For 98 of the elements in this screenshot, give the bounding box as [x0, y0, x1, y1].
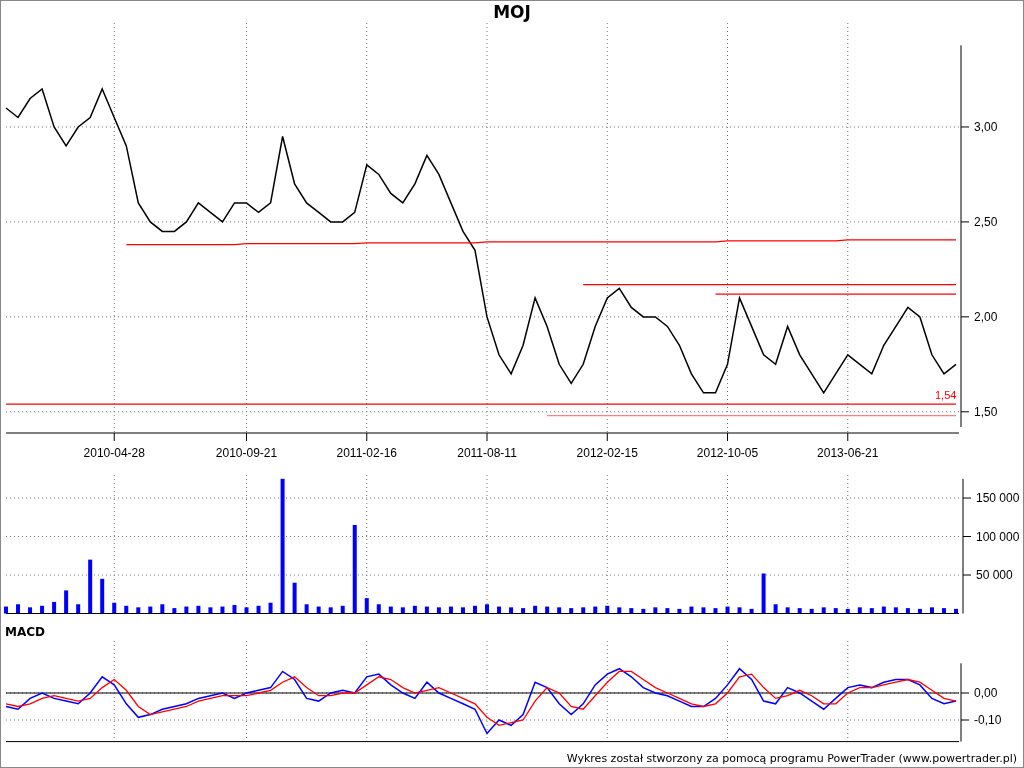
- volume-bar: [388, 606, 393, 614]
- date-label: 2011-08-11: [457, 446, 517, 460]
- volume-axis-label: 100 000: [976, 529, 1020, 544]
- volume-bar: [593, 606, 598, 614]
- volume-bar: [160, 604, 165, 614]
- volume-bar: [400, 607, 405, 614]
- volume-axis-label: 150 000: [976, 491, 1020, 506]
- volume-bar: [845, 608, 850, 614]
- volume-bar: [761, 573, 766, 614]
- date-label: 2010-04-28: [83, 446, 145, 460]
- volume-bar: [954, 608, 958, 614]
- price-axis-label: 3,00: [974, 119, 998, 134]
- volume-bar: [52, 601, 57, 614]
- volume-bar: [76, 604, 81, 614]
- volume-bar: [220, 606, 225, 614]
- volume-bar: [316, 606, 321, 614]
- volume-bar: [905, 608, 910, 614]
- volume-bar: [148, 606, 153, 614]
- volume-bar: [136, 607, 141, 614]
- volume-bar: [737, 607, 742, 614]
- volume-bar: [4, 606, 8, 614]
- volume-bar: [929, 607, 934, 614]
- price-axis-label: 1,50: [974, 404, 998, 419]
- panel-title: MACD: [5, 626, 45, 638]
- volume-bar: [448, 606, 453, 614]
- volume-bar: [629, 608, 634, 614]
- volume-bar: [124, 605, 129, 614]
- volume-bar: [665, 608, 670, 614]
- date-label: 2011-02-16: [336, 446, 397, 460]
- volume-bar: [725, 606, 730, 614]
- volume-bar: [268, 602, 273, 614]
- volume-bar: [436, 607, 441, 614]
- date-label: 2010-09-21: [215, 446, 278, 460]
- volume-bar: [16, 604, 21, 614]
- volume-bar: [917, 608, 922, 614]
- chart-title: MOJ: [493, 3, 531, 21]
- date-label: 2013-06-21: [817, 446, 879, 460]
- volume-bar: [749, 608, 754, 614]
- volume-bar: [485, 604, 489, 614]
- footer-credit: Wykres został stworzony za pomocą programu PowerTrader (www.powertrader.pl): [566, 752, 1017, 764]
- volume-bar: [64, 590, 69, 614]
- volume-bar: [509, 607, 514, 614]
- volume-bar: [569, 608, 574, 614]
- volume-bar: [244, 607, 249, 614]
- volume-bar: [557, 607, 562, 614]
- volume-bar: [497, 606, 502, 614]
- volume-bar: [533, 605, 538, 614]
- volume-bar: [857, 607, 862, 614]
- volume-bar: [172, 608, 177, 614]
- volume-bar: [184, 606, 189, 614]
- date-label: 2012-10-05: [696, 446, 759, 460]
- volume-bar: [424, 606, 429, 614]
- volume-bar: [232, 605, 237, 614]
- price-axis-label: 2,00: [974, 309, 998, 324]
- volume-bar: [942, 608, 946, 614]
- volume-bar: [521, 608, 526, 614]
- volume-bar: [653, 607, 658, 614]
- volume-bar: [28, 607, 33, 614]
- volume-bar: [340, 605, 345, 614]
- volume-bar: [617, 607, 622, 614]
- volume-bar: [713, 608, 718, 614]
- volume-bar: [821, 607, 826, 614]
- volume-bar: [605, 605, 610, 614]
- volume-bar: [292, 582, 297, 614]
- volume-bar: [701, 607, 706, 614]
- macd-axis-label: -0,10: [974, 713, 1002, 727]
- volume-bar: [641, 608, 646, 614]
- volume-bar: [689, 606, 694, 614]
- volume-bar: [833, 608, 838, 614]
- volume-bar: [328, 607, 333, 614]
- macd-axis-label: 0,00: [974, 686, 998, 700]
- volume-bar: [581, 607, 586, 614]
- volume-bar: [473, 605, 477, 614]
- volume-bar: [196, 605, 201, 614]
- volume-bar: [40, 605, 45, 614]
- volume-bar: [208, 607, 213, 614]
- volume-bar: [304, 604, 309, 614]
- price-axis-label: 2,50: [974, 214, 998, 229]
- volume-bar: [88, 559, 93, 614]
- volume-bar: [100, 578, 105, 614]
- volume-bar: [460, 607, 465, 614]
- volume-bar: [256, 605, 261, 614]
- date-label: 2012-02-15: [576, 446, 638, 460]
- volume-bar: [893, 607, 898, 614]
- volume-bar: [545, 606, 550, 614]
- volume-bar: [376, 604, 381, 614]
- volume-bar: [412, 605, 417, 614]
- volume-bar: [785, 607, 790, 614]
- volume-bar: [881, 606, 886, 614]
- volume-axis-label: 50 000: [976, 568, 1013, 582]
- volume-bar: [797, 608, 802, 614]
- volume-bar: [869, 608, 874, 614]
- volume-bar: [677, 608, 682, 614]
- volume-bar: [809, 608, 814, 614]
- volume-bar: [773, 604, 778, 614]
- volume-bar: [112, 602, 117, 614]
- price-label: 1,54: [935, 389, 957, 401]
- volume-bar: [364, 598, 369, 614]
